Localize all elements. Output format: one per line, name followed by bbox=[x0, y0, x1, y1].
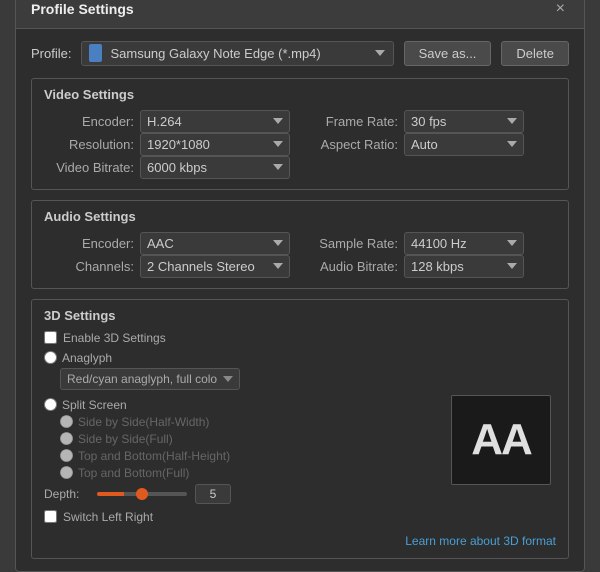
depth-row: Depth: bbox=[44, 484, 436, 504]
audio-row-1: Encoder: AAC Sample Rate: 44100 Hz bbox=[44, 232, 556, 255]
resolution-group: Resolution: 1920*1080 bbox=[44, 133, 290, 156]
3d-settings-section: 3D Settings Enable 3D Settings Anaglyph … bbox=[31, 299, 569, 559]
vbitrate-dropdown[interactable]: 6000 kbps bbox=[140, 156, 290, 179]
enable-3d-checkbox[interactable] bbox=[44, 331, 57, 344]
switch-lr-checkbox[interactable] bbox=[44, 510, 57, 523]
profile-row: Profile: Samsung Galaxy Note Edge (*.mp4… bbox=[31, 41, 569, 66]
split-screen-radio-item: Split Screen bbox=[44, 398, 436, 412]
anaglyph-dropdown[interactable]: Red/cyan anaglyph, full color bbox=[60, 368, 240, 390]
enable-3d-label: Enable 3D Settings bbox=[63, 331, 166, 345]
3d-main-row: Anaglyph Red/cyan anaglyph, full color S… bbox=[44, 351, 556, 530]
switch-lr-label: Switch Left Right bbox=[63, 510, 153, 524]
split-screen-label: Split Screen bbox=[62, 398, 127, 412]
aa-preview-text: AA bbox=[471, 415, 531, 465]
vbitrate-group: Video Bitrate: 6000 kbps bbox=[44, 156, 556, 179]
anaglyph-select-wrap: Red/cyan anaglyph, full color bbox=[44, 368, 436, 394]
audio-row-2: Channels: 2 Channels Stereo Audio Bitrat… bbox=[44, 255, 556, 278]
top-half-label: Top and Bottom(Half-Height) bbox=[78, 449, 230, 463]
side-full-radio[interactable] bbox=[60, 432, 73, 445]
title-bar: Profile Settings × bbox=[16, 0, 584, 29]
samplerate-label: Sample Rate: bbox=[308, 236, 398, 251]
audio-settings-section: Audio Settings Encoder: AAC Sample Rate:… bbox=[31, 200, 569, 289]
audio-encoder-group: Encoder: AAC bbox=[44, 232, 290, 255]
top-full-radio[interactable] bbox=[60, 466, 73, 479]
profile-select-wrap: Samsung Galaxy Note Edge (*.mp4) bbox=[81, 41, 393, 66]
audio-encoder-dropdown[interactable]: AAC bbox=[140, 232, 290, 255]
depth-label: Depth: bbox=[44, 487, 89, 501]
framerate-label: Frame Rate: bbox=[308, 114, 398, 129]
side-full-label: Side by Side(Full) bbox=[78, 432, 173, 446]
samplerate-group: Sample Rate: 44100 Hz bbox=[308, 232, 524, 255]
channels-group: Channels: 2 Channels Stereo bbox=[44, 255, 290, 278]
depth-input[interactable] bbox=[195, 484, 231, 504]
top-full-item: Top and Bottom(Full) bbox=[60, 466, 436, 480]
vbitrate-label: Video Bitrate: bbox=[44, 160, 134, 175]
3d-preview-col: AA bbox=[446, 351, 556, 530]
learn-more-link[interactable]: Learn more about 3D format bbox=[44, 534, 556, 548]
video-row-2: Resolution: 1920*1080 Aspect Ratio: Auto bbox=[44, 133, 556, 156]
anaglyph-label: Anaglyph bbox=[62, 351, 112, 365]
side-full-item: Side by Side(Full) bbox=[60, 432, 436, 446]
profile-dropdown[interactable]: Samsung Galaxy Note Edge (*.mp4) bbox=[81, 41, 393, 66]
encoder-group: Encoder: H.264 bbox=[44, 110, 290, 133]
split-screen-radio[interactable] bbox=[44, 398, 57, 411]
profile-label: Profile: bbox=[31, 46, 71, 61]
samplerate-dropdown[interactable]: 44100 Hz bbox=[404, 232, 524, 255]
audio-encoder-label: Encoder: bbox=[44, 236, 134, 251]
channels-label: Channels: bbox=[44, 259, 134, 274]
enable-3d-row: Enable 3D Settings bbox=[44, 331, 556, 345]
framerate-dropdown[interactable]: 30 fps bbox=[404, 110, 524, 133]
video-settings-section: Video Settings Encoder: H.264 Frame Rate… bbox=[31, 78, 569, 190]
aa-preview-box: AA bbox=[451, 395, 551, 485]
video-row-1: Encoder: H.264 Frame Rate: 30 fps bbox=[44, 110, 556, 133]
3d-left-col: Anaglyph Red/cyan anaglyph, full color S… bbox=[44, 351, 436, 530]
audio-section-title: Audio Settings bbox=[44, 209, 556, 224]
anaglyph-radio[interactable] bbox=[44, 351, 57, 364]
depth-slider[interactable] bbox=[97, 492, 187, 496]
dialog-content: Profile: Samsung Galaxy Note Edge (*.mp4… bbox=[16, 29, 584, 571]
top-half-item: Top and Bottom(Half-Height) bbox=[60, 449, 436, 463]
channels-dropdown[interactable]: 2 Channels Stereo bbox=[140, 255, 290, 278]
resolution-label: Resolution: bbox=[44, 137, 134, 152]
aspect-label: Aspect Ratio: bbox=[308, 137, 398, 152]
dialog-title: Profile Settings bbox=[31, 1, 134, 17]
resolution-dropdown[interactable]: 1920*1080 bbox=[140, 133, 290, 156]
abitrate-dropdown[interactable]: 128 kbps bbox=[404, 255, 524, 278]
3d-section-title: 3D Settings bbox=[44, 308, 556, 323]
abitrate-group: Audio Bitrate: 128 kbps bbox=[308, 255, 524, 278]
aspect-dropdown[interactable]: Auto bbox=[404, 133, 524, 156]
delete-button[interactable]: Delete bbox=[501, 41, 569, 66]
top-half-radio[interactable] bbox=[60, 449, 73, 462]
anaglyph-radio-item: Anaglyph bbox=[44, 351, 436, 365]
switch-lr-row: Switch Left Right bbox=[44, 510, 436, 524]
side-half-label: Side by Side(Half-Width) bbox=[78, 415, 209, 429]
aspect-group: Aspect Ratio: Auto bbox=[308, 133, 524, 156]
profile-settings-dialog: Profile Settings × Profile: Samsung Gala… bbox=[15, 0, 585, 572]
top-full-label: Top and Bottom(Full) bbox=[78, 466, 189, 480]
framerate-group: Frame Rate: 30 fps bbox=[308, 110, 524, 133]
video-section-title: Video Settings bbox=[44, 87, 556, 102]
save-as-button[interactable]: Save as... bbox=[404, 41, 492, 66]
close-button[interactable]: × bbox=[552, 0, 569, 18]
side-half-radio[interactable] bbox=[60, 415, 73, 428]
encoder-dropdown[interactable]: H.264 bbox=[140, 110, 290, 133]
encoder-label: Encoder: bbox=[44, 114, 134, 129]
abitrate-label: Audio Bitrate: bbox=[308, 259, 398, 274]
side-half-item: Side by Side(Half-Width) bbox=[60, 415, 436, 429]
